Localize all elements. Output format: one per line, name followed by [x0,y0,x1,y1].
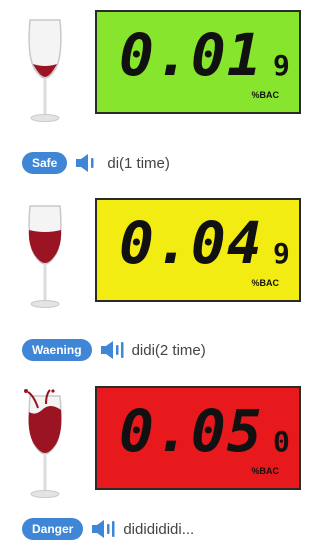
status-row-safe: Safe di(1 time) [22,150,170,176]
bac-unit: %BAC [251,466,279,476]
status-badge: Safe [22,152,68,174]
bac-reading-digit: 9 [273,49,290,82]
alert-sound-label: dididididi... [123,520,195,538]
speaker-icon [100,339,126,361]
bac-reading: 0.05 [119,397,263,465]
bac-reading: 0.04 [119,209,263,277]
speaker-icon [75,152,101,174]
bac-display-safe: 0.01 9 %BAC [95,10,301,114]
wine-glass-icon [20,14,70,124]
bac-display-danger: 0.05 0 %BAC [95,386,301,490]
bac-display-warning: 0.04 9 %BAC [95,198,301,302]
bac-reading-digit: 0 [273,425,290,458]
bac-unit: %BAC [251,90,279,100]
alert-sound-label: didi(2 time) [131,341,206,359]
bac-level-legend: 0.01 9 %BAC Safe di(1 time) 0.04 9 %BAC … [0,0,305,546]
wine-glass-icon [20,200,70,310]
status-row-danger: Danger dididididi... [22,516,194,542]
status-row-warning: Waening didi(2 time) [22,337,206,363]
status-badge: Waening [22,339,92,361]
speaker-icon [91,518,117,540]
status-badge: Danger [22,518,84,540]
bac-reading-digit: 9 [273,237,290,270]
wine-glass-icon [20,388,70,500]
bac-unit: %BAC [251,278,279,288]
bac-reading: 0.01 [119,21,263,89]
alert-sound-label: di(1 time) [107,154,170,172]
